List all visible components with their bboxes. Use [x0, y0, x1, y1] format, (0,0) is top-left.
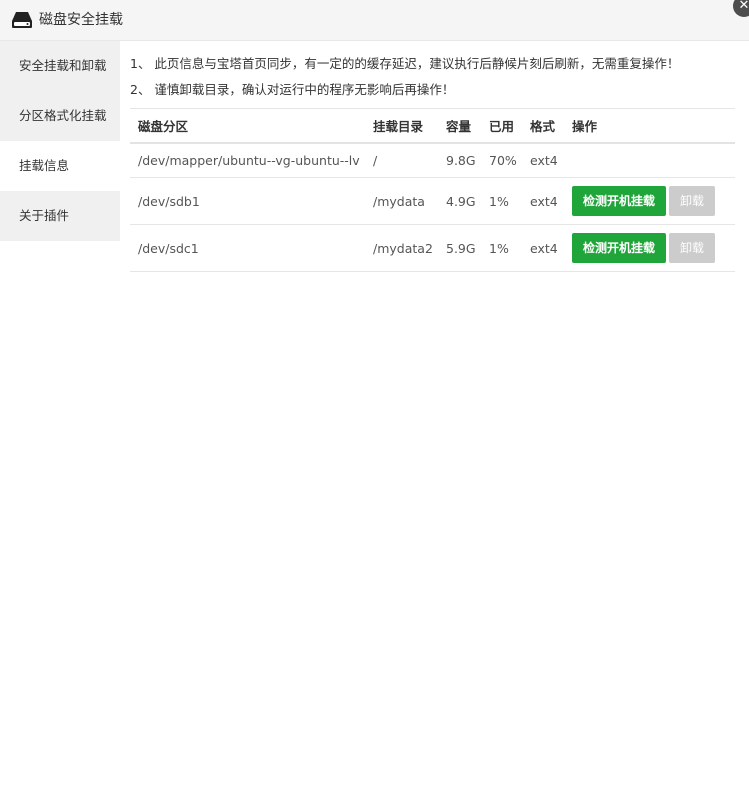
sidebar-item-mount-info[interactable]: 挂载信息 [0, 141, 120, 191]
table-row: /dev/sdc1 /mydata2 5.9G 1% ext4 检测开机挂载 卸载 [130, 225, 735, 272]
header-partition: 磁盘分区 [138, 118, 189, 134]
header-size: 容量 [446, 118, 472, 134]
unmount-button[interactable]: 卸载 [669, 186, 715, 216]
sidebar-item-mount-unmount[interactable]: 安全挂载和卸载 [0, 41, 120, 91]
header-actions: 操作 [572, 118, 598, 134]
cell-size: 5.9G [446, 240, 476, 256]
window-title: 磁盘安全挂载 [39, 12, 123, 28]
cell-size: 9.8G [446, 152, 476, 168]
notice-2: 2、 谨慎卸载目录，确认对运行中的程序无影响后再操作！ [130, 82, 455, 97]
unmount-button[interactable]: 卸载 [669, 233, 715, 263]
cell-actions: 检测开机挂载 卸载 [564, 178, 735, 225]
check-boot-mount-button[interactable]: 检测开机挂载 [572, 233, 666, 263]
cell-size: 4.9G [446, 193, 476, 209]
sidebar-item-format-mount[interactable]: 分区格式化挂载 [0, 91, 120, 141]
cell-used: 1% [489, 193, 509, 209]
notice-1: 1、 此页信息与宝塔首页同步，有一定的的缓存延迟，建议执行后静候片刻后刷新，无需… [130, 56, 680, 71]
cell-used: 1% [489, 240, 509, 256]
header-format: 格式 [530, 118, 556, 134]
main-content: 1、 此页信息与宝塔首页同步，有一定的的缓存延迟，建议执行后静候片刻后刷新，无需… [130, 41, 735, 272]
close-icon[interactable]: ✕ [733, 0, 749, 17]
mount-table: 磁盘分区 挂载目录 容量 已用 格式 操作 /dev/mapper/ubuntu… [130, 108, 735, 272]
check-boot-mount-button[interactable]: 检测开机挂载 [572, 186, 666, 216]
cell-format: ext4 [530, 193, 558, 209]
header-mount-dir: 挂载目录 [373, 118, 424, 134]
cell-actions [564, 143, 735, 178]
cell-mount-dir: /mydata [373, 193, 425, 209]
cell-format: ext4 [530, 240, 558, 256]
cell-partition: /dev/mapper/ubuntu--vg-ubuntu--lv [138, 152, 360, 168]
cell-format: ext4 [530, 152, 558, 168]
cell-used: 70% [489, 152, 517, 168]
table-row: /dev/sdb1 /mydata 4.9G 1% ext4 检测开机挂载 卸载 [130, 178, 735, 225]
table-header-row: 磁盘分区 挂载目录 容量 已用 格式 操作 [130, 108, 735, 143]
table-row: /dev/mapper/ubuntu--vg-ubuntu--lv / 9.8G… [130, 143, 735, 178]
header-used: 已用 [489, 118, 515, 134]
window-titlebar: 磁盘安全挂载 ✕ [0, 0, 749, 41]
disk-icon [12, 12, 32, 28]
cell-mount-dir: / [373, 152, 378, 168]
cell-partition: /dev/sdc1 [138, 240, 199, 256]
sidebar: 安全挂载和卸载 分区格式化挂载 挂载信息 关于插件 [0, 41, 120, 241]
sidebar-item-about[interactable]: 关于插件 [0, 191, 120, 241]
cell-mount-dir: /mydata2 [373, 240, 433, 256]
cell-partition: /dev/sdb1 [138, 193, 200, 209]
cell-actions: 检测开机挂载 卸载 [564, 225, 735, 272]
